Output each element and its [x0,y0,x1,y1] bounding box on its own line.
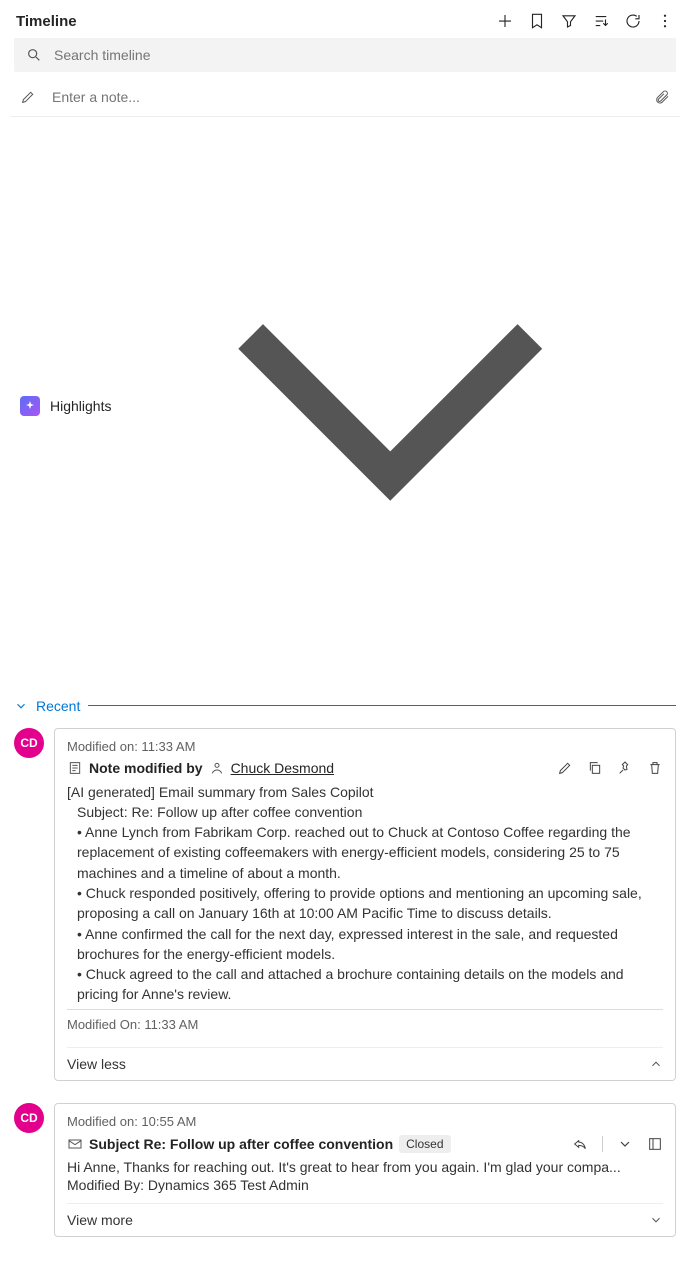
note-title-prefix: Note modified by [89,760,203,776]
modified-by: Modified By: Dynamics 365 Test Admin [67,1177,663,1197]
note-entry-row [10,82,680,117]
modified-on: Modified on: 10:55 AM [67,1112,663,1135]
timeline-header: Timeline [10,8,680,38]
pencil-icon [20,89,36,105]
attachment-icon[interactable] [654,89,670,105]
filter-icon[interactable] [560,12,578,30]
divider [602,1136,603,1152]
more-icon[interactable] [656,12,674,30]
chevron-down-icon[interactable] [617,1136,633,1152]
page-title: Timeline [16,13,77,30]
summary-bullet: • Anne confirmed the call for the next d… [77,924,663,965]
search-input[interactable] [52,46,664,64]
modified-on: Modified on: 11:33 AM [67,737,663,760]
search-bar[interactable] [14,38,676,72]
summary-bullet: • Chuck agreed to the call and attached … [77,964,663,1005]
highlights-row[interactable]: Highlights [10,117,680,696]
email-icon [67,1136,83,1152]
chevron-up-icon[interactable] [649,1057,663,1071]
view-more-button[interactable]: View more [67,1212,133,1228]
recent-section-header[interactable]: Recent [10,696,680,724]
summary-bullet: • Anne Lynch from Fabrikam Corp. reached… [77,822,663,883]
note-input[interactable] [50,88,640,106]
user-link[interactable]: Chuck Desmond [231,760,335,776]
email-subject: Subject: Re: Follow up after coffee conv… [77,802,663,822]
edit-icon[interactable] [557,760,573,776]
avatar: CD [14,1103,44,1133]
ai-generated-line: [AI generated] Email summary from Sales … [67,782,663,802]
modified-on-bottom: Modified On: 11:33 AM [67,1010,663,1035]
add-icon[interactable] [496,12,514,30]
view-less-button[interactable]: View less [67,1056,126,1072]
summary-bullet: • Chuck responded positively, offering t… [77,883,663,924]
sort-icon[interactable] [592,12,610,30]
bookmark-icon[interactable] [528,12,546,30]
pin-icon[interactable] [617,760,633,776]
chevron-down-icon[interactable] [649,1213,663,1227]
highlights-label: Highlights [50,398,111,414]
status-badge: Closed [399,1135,450,1153]
note-icon [67,760,83,776]
timeline-item: CD Modified on: 11:33 AM Note modified b… [10,724,680,1085]
refresh-icon[interactable] [624,12,642,30]
avatar: CD [14,728,44,758]
email-subject: Subject Re: Follow up after coffee conve… [89,1136,393,1152]
timeline-card: Modified on: 11:33 AM Note modified by C… [54,728,676,1081]
open-icon[interactable] [647,1136,663,1152]
header-actions [496,12,674,30]
copy-icon[interactable] [587,760,603,776]
email-snippet: Hi Anne, Thanks for reaching out. It's g… [67,1153,663,1177]
reply-icon[interactable] [572,1136,588,1152]
timeline-item: CD Modified on: 10:55 AM Subject Re: Fol… [10,1099,680,1241]
timeline-card: Modified on: 10:55 AM Subject Re: Follow… [54,1103,676,1237]
person-icon [209,760,225,776]
search-icon [26,47,42,63]
copilot-icon [20,396,40,416]
delete-icon[interactable] [647,760,663,776]
chevron-down-icon[interactable] [111,127,670,686]
